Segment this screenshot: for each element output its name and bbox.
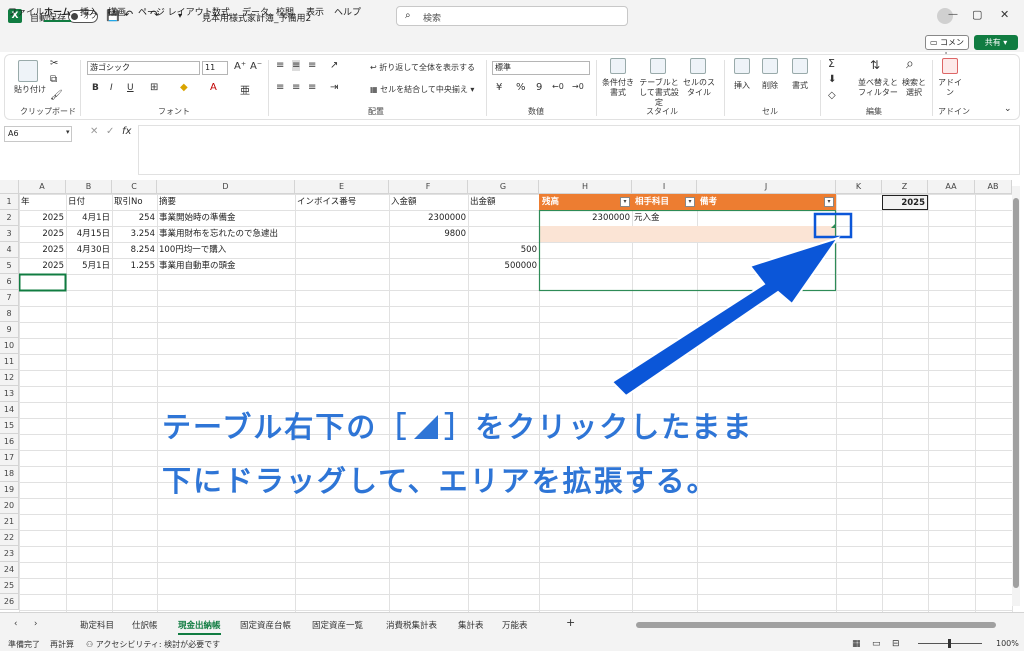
sheet-tab[interactable]: 固定資産台帳: [240, 619, 291, 631]
sheet-tab[interactable]: 勘定科目: [80, 619, 114, 631]
horizontal-scroll-thumb[interactable]: [636, 622, 996, 628]
annotation-text: ］をクリックしたまま: [444, 410, 754, 444]
normal-view-icon[interactable]: ▦: [852, 639, 861, 649]
vertical-scroll-thumb[interactable]: [1013, 198, 1019, 588]
sheet-tab[interactable]: 固定資産一覧: [312, 619, 363, 631]
tab-scroll-right-icon[interactable]: ›: [34, 619, 37, 629]
tab-scroll-left-icon[interactable]: ‹: [14, 619, 17, 629]
zoom-level[interactable]: 100%: [996, 639, 1019, 648]
sheet-tab[interactable]: 仕訳帳: [132, 619, 158, 631]
add-sheet-button[interactable]: +: [566, 616, 575, 629]
table-resize-highlight: [813, 212, 853, 239]
accessibility-icon: ⚇: [86, 640, 96, 649]
zoom-slider-thumb[interactable]: [948, 639, 951, 648]
accessibility-status[interactable]: ⚇ アクセシビリティ: 検討が必要です: [86, 639, 220, 650]
status-ready: 準備完了: [8, 640, 40, 649]
page-layout-view-icon[interactable]: ▭: [872, 639, 881, 649]
sheet-tab[interactable]: 集計表: [458, 619, 484, 631]
vertical-scrollbar[interactable]: [1012, 186, 1020, 606]
status-recalc[interactable]: 再計算: [50, 639, 74, 650]
annotation-overlay: [610, 212, 853, 398]
annotation-line-1: テーブル右下の［ ］をクリックしたまま: [162, 404, 753, 446]
annotation-line-2: 下にドラッグして、エリアを拡張する。: [162, 464, 718, 498]
arrow-icon: [610, 236, 841, 398]
sheet-tab[interactable]: 現金出納帳: [178, 619, 221, 635]
resize-handle-icon: [414, 415, 439, 439]
sheet-tab[interactable]: 消費税集計表: [386, 619, 437, 631]
page-break-view-icon[interactable]: ⊟: [892, 639, 900, 649]
annotation-text: テーブル右下の［: [162, 410, 409, 444]
sheet-tab[interactable]: 万能表: [502, 619, 528, 631]
accessibility-label: アクセシビリティ: 検討が必要です: [95, 640, 221, 649]
